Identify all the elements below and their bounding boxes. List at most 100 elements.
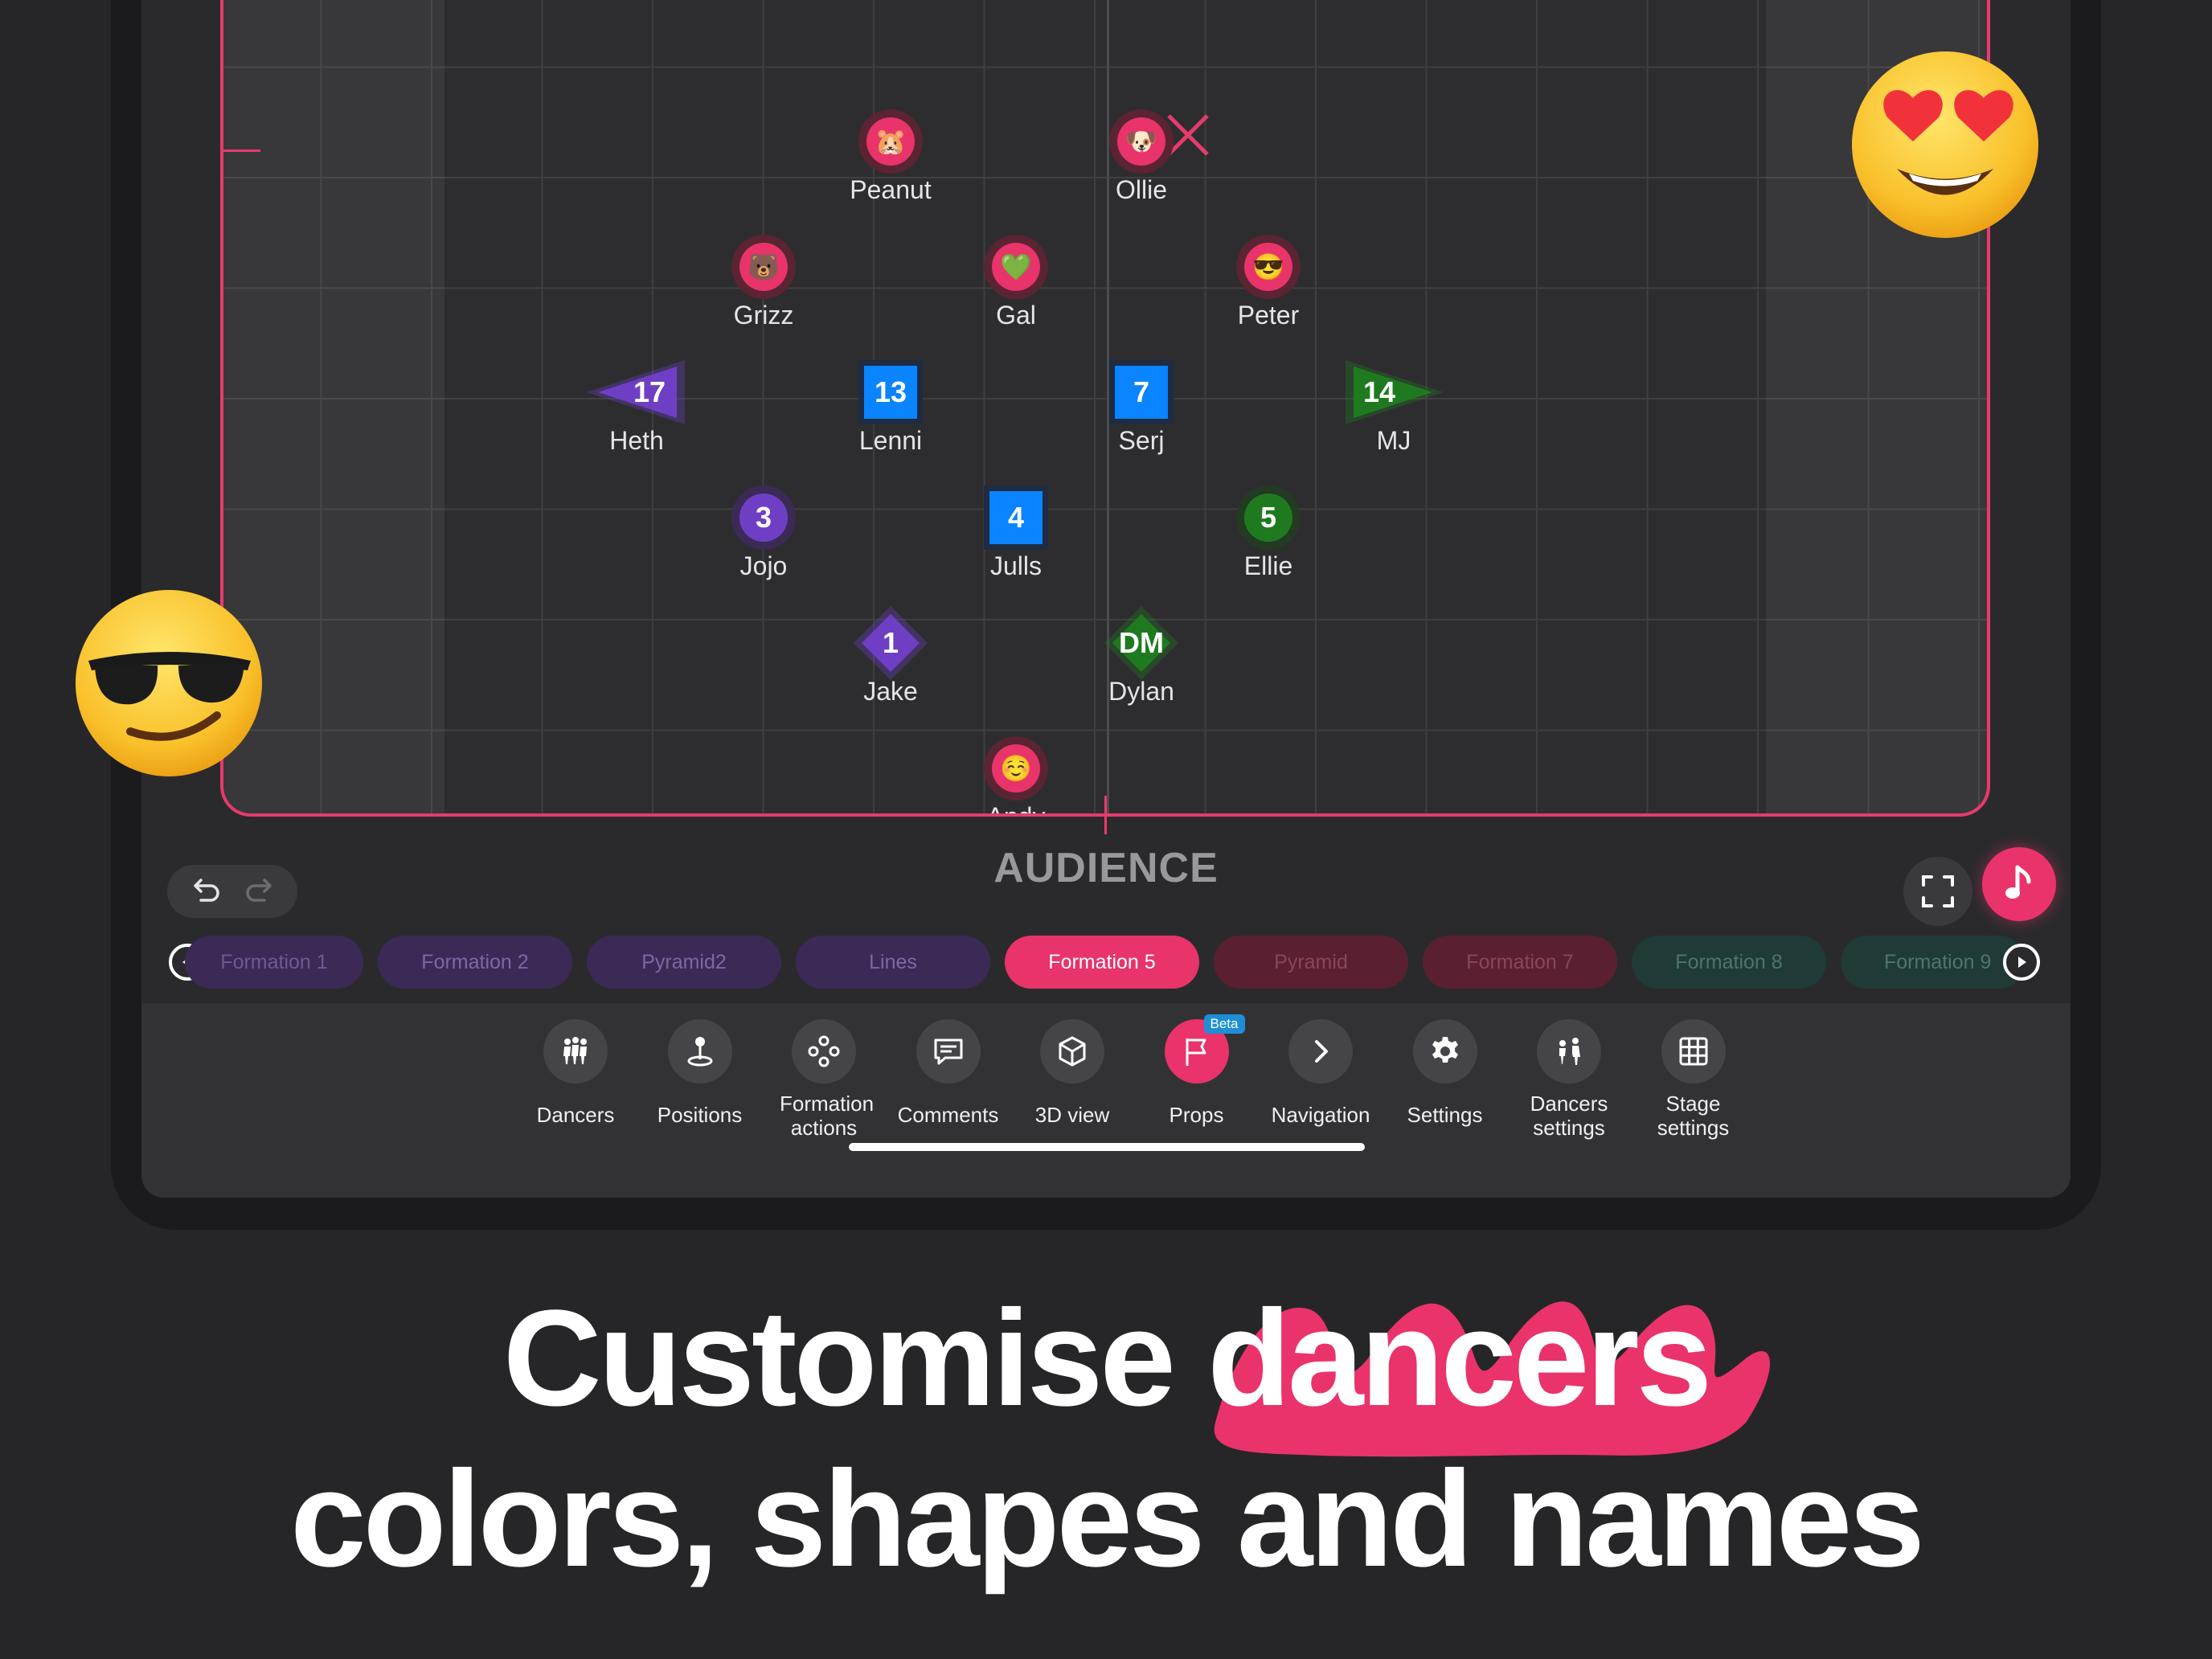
dancer-julls[interactable]: 4 Julls	[968, 485, 1064, 590]
stage-marker-left	[220, 150, 260, 152]
dancer-circle-marker: 🐻	[739, 243, 788, 291]
toolbar-settings-button[interactable]: Settings	[1385, 1019, 1505, 1127]
headline-highlight: dancers	[1207, 1278, 1771, 1457]
dancer-andy[interactable]: ☺️ Andy	[968, 736, 1064, 813]
dancer-name: Peanut	[850, 175, 932, 204]
dancer-name: Grizz	[733, 301, 794, 330]
dancer-jojo[interactable]: 3 Jojo	[715, 485, 812, 590]
dancer-emoji: 🐻	[748, 252, 780, 281]
dancer-number: DM	[1119, 626, 1164, 659]
dancer-grizz[interactable]: 🐻 Grizz	[715, 235, 812, 339]
dancer-name: Ollie	[1115, 175, 1167, 204]
toolbar-label: Settings	[1407, 1103, 1483, 1127]
undo-icon[interactable]	[191, 874, 223, 910]
dancer-number: 13	[874, 375, 907, 408]
dancer-name: Gal	[996, 301, 1036, 330]
dancer-circle-marker: 🐶	[1117, 117, 1165, 166]
dancer-name: Andy	[986, 802, 1046, 817]
dancer-name: Peter	[1237, 301, 1300, 330]
dancer-name: Julls	[989, 551, 1042, 580]
headline-line-2: colors, shapes and names	[290, 1443, 1925, 1596]
dancer-name: Lenni	[858, 426, 923, 455]
dancer-dylan[interactable]: DM Dylan	[1093, 606, 1190, 715]
music-note-icon	[2005, 865, 2031, 899]
dancer-name: MJ	[1376, 426, 1411, 455]
toolbar-stage-settings-button[interactable]: Stage settings	[1633, 1019, 1754, 1140]
toolbar-positions-button[interactable]: Positions	[640, 1019, 760, 1127]
dancer-number: 5	[1260, 501, 1277, 534]
formation-tab[interactable]: Formation 8	[1632, 936, 1826, 989]
dancers-icon	[543, 1019, 608, 1083]
toolbar-label: Dancers settings	[1530, 1092, 1608, 1140]
formation-tab[interactable]: Formation 5	[1005, 936, 1199, 989]
formation-tab[interactable]: Formation 7	[1423, 936, 1617, 989]
dancer-emoji: 💚	[1000, 252, 1032, 281]
toolbar-3d-view-button[interactable]: 3D view	[1012, 1019, 1133, 1127]
toolbar-label: Navigation	[1271, 1103, 1370, 1127]
comments-icon	[916, 1019, 981, 1083]
dancer-serj[interactable]: 7 Serj	[1093, 360, 1190, 465]
dancer-circle-marker: 🐹	[866, 117, 915, 166]
toolbar-label: Formation actions	[780, 1092, 875, 1140]
formation-tab[interactable]: Lines	[796, 936, 990, 989]
dancer-heth[interactable]: 17 Heth	[587, 360, 685, 465]
flag-icon: Beta	[1164, 1014, 1245, 1083]
fullscreen-button[interactable]	[1903, 857, 1972, 926]
dancer-circle-marker: 💚	[992, 243, 1040, 291]
dancer-circle-marker: ☺️	[992, 744, 1040, 793]
chevron-right-icon	[1288, 1019, 1353, 1083]
dancer-number: 1	[882, 626, 899, 659]
formation-scroll-right-button[interactable]	[2003, 944, 2040, 981]
music-button[interactable]	[1982, 847, 2056, 921]
formation-timeline: Formation 1 Formation 2 Pyramid2 Lines Forma…	[169, 932, 2042, 990]
dancer-emoji: 😎	[1252, 252, 1284, 281]
dancer-name: Ellie	[1243, 551, 1293, 580]
formation-tab[interactable]: Formation 9	[1841, 936, 2026, 989]
sunglasses-emoji-icon	[76, 590, 262, 776]
dancer-name: Dylan	[1108, 677, 1174, 706]
dancer-gal[interactable]: 💚 Gal	[968, 235, 1064, 339]
toolbar-props-button[interactable]: Beta Props	[1137, 1014, 1257, 1127]
formation-tab[interactable]: Formation 1	[185, 936, 363, 989]
dancer-name: Jake	[863, 677, 918, 706]
stage-marker-bottom	[1104, 796, 1107, 834]
dancer-peter[interactable]: 😎 Peter	[1220, 235, 1317, 339]
grid-icon	[1661, 1019, 1726, 1083]
dancer-mj[interactable]: 14 MJ	[1346, 360, 1444, 465]
cube-icon	[1040, 1019, 1104, 1083]
home-indicator	[849, 1143, 1365, 1151]
dancer-emoji: ☺️	[1000, 754, 1032, 783]
gear-icon	[1412, 1019, 1477, 1083]
headline-line-1: Customise dancers	[0, 1278, 2212, 1457]
dancer-name: Serj	[1118, 426, 1165, 455]
toolbar-label: Stage settings	[1657, 1092, 1730, 1140]
app-screen: 🐹 Peanut 🐶 Ollie 🐻 Grizz 💚 Gal 😎 Peter 17 Heth…	[141, 0, 2071, 1198]
toolbar-label: 3D view	[1034, 1103, 1110, 1127]
dancer-number: 3	[755, 501, 772, 534]
toolbar-dancers-settings-button[interactable]: Dancers settings	[1509, 1019, 1629, 1140]
toolbar-label: Props	[1169, 1103, 1224, 1127]
toolbar-comments-button[interactable]: Comments	[888, 1019, 1009, 1127]
dancer-jake[interactable]: 1 Jake	[842, 606, 939, 715]
dancer-number: 14	[1362, 375, 1396, 408]
stage[interactable]: 🐹 Peanut 🐶 Ollie 🐻 Grizz 💚 Gal 😎 Peter 17 Heth…	[220, 0, 1990, 817]
beta-badge: Beta	[1203, 1014, 1245, 1034]
dancer-lenni[interactable]: 13 Lenni	[842, 360, 939, 465]
formation-tab[interactable]: Pyramid2	[587, 936, 781, 989]
dancer-square-marker: 7	[1109, 360, 1174, 424]
toolbar-navigation-button[interactable]: Navigation	[1260, 1019, 1381, 1127]
toolbar-label: Comments	[897, 1103, 999, 1127]
undo-redo-group	[167, 865, 297, 918]
dancer-ellie[interactable]: 5 Ellie	[1220, 485, 1317, 590]
formation-actions-icon	[792, 1019, 856, 1083]
dancer-circle-marker: 😎	[1244, 243, 1292, 291]
toolbar-dancers-button[interactable]: Dancers	[515, 1019, 636, 1127]
toolbar-formation-actions-button[interactable]: Formation actions	[764, 1019, 884, 1140]
bottom-toolbar: Dancers Positions Formation actions Comm…	[141, 1003, 2071, 1198]
redo-icon[interactable]	[242, 874, 274, 910]
dancer-square-marker: 13	[858, 360, 923, 424]
dancer-peanut[interactable]: 🐹 Peanut	[842, 109, 939, 214]
formation-tab[interactable]: Pyramid	[1214, 936, 1408, 989]
formation-tab[interactable]: Formation 2	[378, 936, 572, 989]
dancer-ollie[interactable]: 🐶 Ollie	[1093, 109, 1190, 214]
